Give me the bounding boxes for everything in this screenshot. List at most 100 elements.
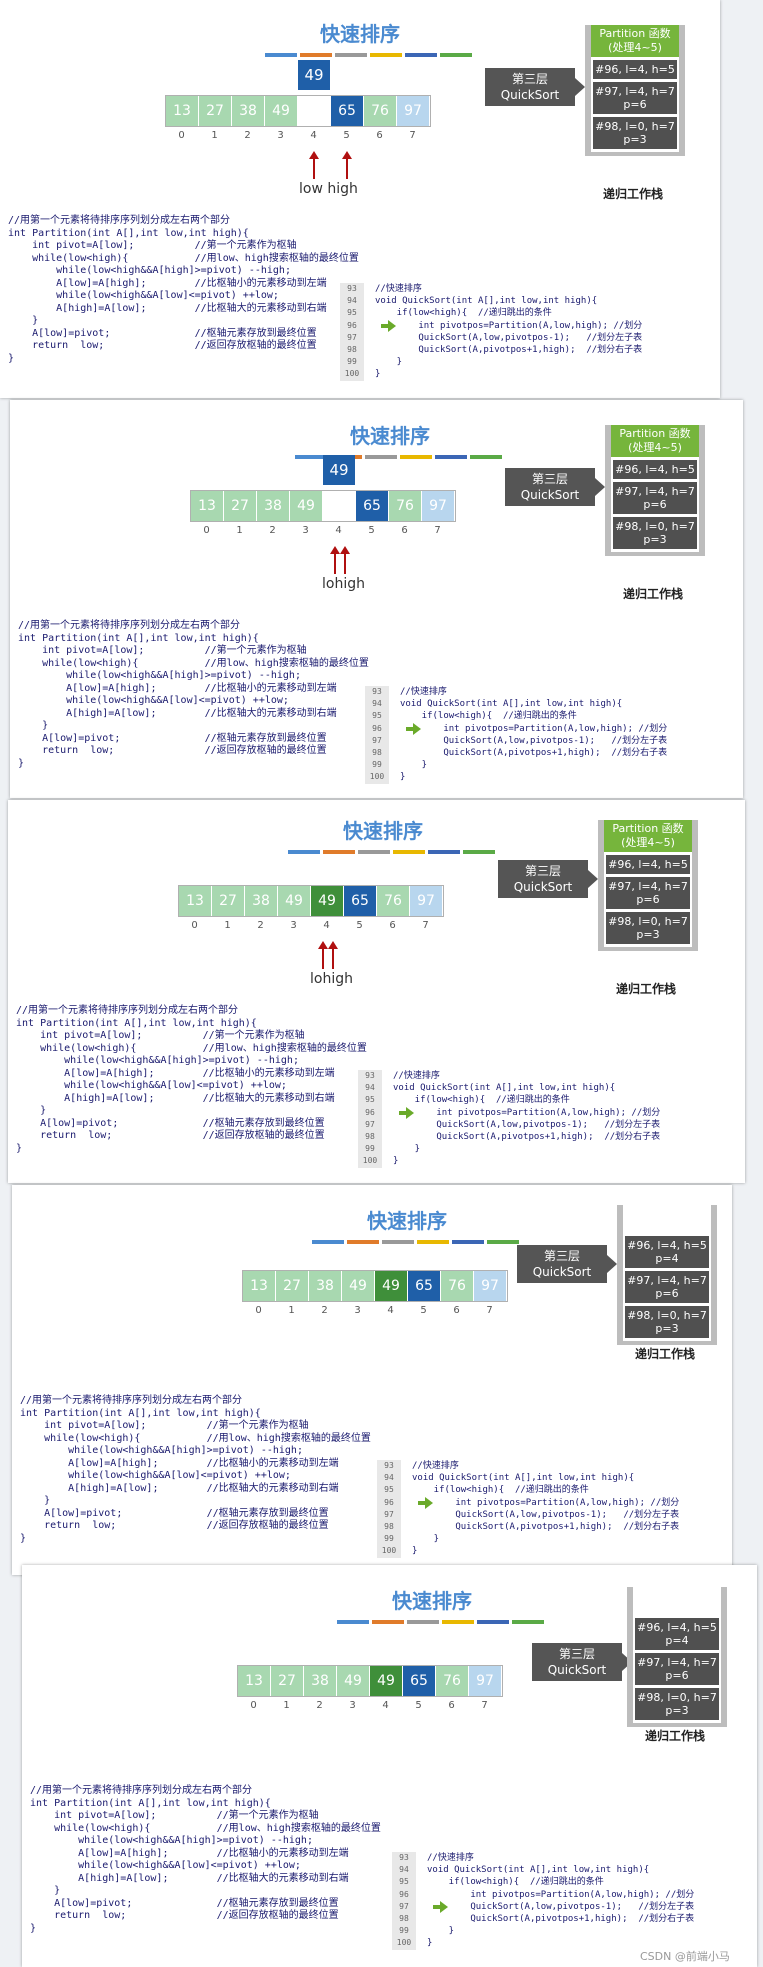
index-label: 2 — [244, 130, 251, 141]
array-cells: 13 27 38 49 65 76 97 — [190, 490, 456, 522]
index-label: 1 — [236, 525, 243, 536]
array-cell: 27 — [224, 491, 257, 521]
array-cell: 27 — [271, 1666, 304, 1696]
array-cell: 38 — [309, 1271, 342, 1301]
array-cell: 65 — [356, 491, 389, 521]
slide-title: 快速排序 — [320, 22, 400, 46]
stack-frame: #97, l=4, h=7 p=6 — [635, 1653, 719, 1685]
index-label: 4 — [323, 920, 330, 931]
color-bar-segment — [487, 1240, 519, 1244]
color-bar-segment — [435, 455, 467, 459]
stack-frame: #96, l=4, h=5 — [606, 855, 690, 874]
index-label: 6 — [376, 130, 383, 141]
index-label: 0 — [255, 1305, 262, 1316]
stack-frame: #96, l=4, h=5 — [613, 460, 697, 479]
array-cell: 49 — [370, 1666, 403, 1696]
array-cells: 13 27 38 49 65 76 97 — [165, 95, 431, 127]
array-cell: 49 — [265, 96, 298, 126]
color-bar-segment — [323, 850, 355, 854]
layer-tag: 第三层 QuickSort — [498, 860, 598, 898]
index-label: 0 — [250, 1700, 257, 1711]
color-bar-segment — [417, 1240, 449, 1244]
index-label: 3 — [349, 1700, 356, 1711]
stack-frame: #96, l=4, h=5 p=4 — [635, 1618, 719, 1650]
color-bar — [337, 1620, 544, 1624]
quicksort-code: //快速排序 void QuickSort(int A[],int low,in… — [400, 687, 668, 783]
color-bar-segment — [382, 1240, 414, 1244]
color-bar-segment — [463, 850, 495, 854]
index-label: 5 — [356, 920, 363, 931]
partition-code: //用第一个元素将待排序序列划分成左右两个部分 int Partition(in… — [8, 215, 359, 364]
partition-code: //用第一个元素将待排序序列划分成左右两个部分 int Partition(in… — [18, 620, 369, 769]
index-label: 1 — [283, 1700, 290, 1711]
stack-frame: #97, l=4, h=7 p=6 — [606, 877, 690, 909]
color-bar — [288, 850, 495, 854]
slide-3: 快速排序 13 27 38 49 49 65 76 97 0 1 2 3 4 5 6 7 lohigh 第三层 Qui… — [8, 800, 745, 1183]
index-label: 7 — [434, 525, 441, 536]
index-label: 7 — [409, 130, 416, 141]
color-bar-segment — [312, 1240, 344, 1244]
layer-tag: 第三层 QuickSort — [505, 468, 605, 506]
array-cell: 97 — [469, 1666, 502, 1696]
array-cell: 49 — [290, 491, 323, 521]
index-row: 0 1 2 3 4 5 6 7 — [178, 920, 442, 931]
array-cell: 13 — [179, 886, 212, 916]
array-cell: 97 — [422, 491, 455, 521]
index-label: 2 — [257, 920, 264, 931]
array-cells: 13 27 38 49 49 65 76 97 — [237, 1665, 503, 1697]
color-bar-segment — [365, 455, 397, 459]
pivot-value: 49 — [323, 455, 355, 485]
array-cell: 49 — [375, 1271, 408, 1301]
array-cell: 65 — [408, 1271, 441, 1301]
index-label: 4 — [382, 1700, 389, 1711]
index-label: 6 — [448, 1700, 455, 1711]
index-row: 0 1 2 3 4 5 6 7 — [190, 525, 454, 536]
index-row: 0 1 2 3 4 5 6 7 — [237, 1700, 501, 1711]
recursion-stack: Partition 函数 (处理4~5) #96, l=4, h=5 #97, l=4… — [598, 820, 698, 951]
array-cell: 49 — [337, 1666, 370, 1696]
layer-tag: 第三层 QuickSort — [532, 1643, 632, 1681]
color-bar-segment — [400, 455, 432, 459]
line-numbers: 93 94 95 96 97 98 99 100 — [340, 283, 364, 381]
current-line-arrow-icon — [433, 1900, 448, 1913]
watermark: CSDN @前端小马 — [640, 1950, 730, 1963]
stack-caption: 递归工作栈 — [623, 587, 684, 601]
stack-frame: #97, l=4, h=7 p=6 — [613, 482, 697, 514]
array-cell: 27 — [276, 1271, 309, 1301]
color-bar-segment — [405, 53, 437, 57]
index-label: 0 — [191, 920, 198, 931]
current-line-arrow-icon — [418, 1496, 433, 1509]
stack-frame: #98, l=0, h=7 p=3 — [625, 1306, 709, 1338]
quicksort-code: //快速排序 void QuickSort(int A[],int low,in… — [412, 1461, 680, 1557]
color-bar-segment — [370, 53, 402, 57]
color-bar — [312, 1240, 519, 1244]
index-label: 5 — [368, 525, 375, 536]
current-line-arrow-icon — [399, 1106, 414, 1119]
color-bar-segment — [265, 53, 297, 57]
recursion-stack: #96, l=4, h=5 p=4 #97, l=4, h=7 p=6 #98, l=0… — [617, 1205, 717, 1345]
stack-header: Partition 函数 (处理4~5) — [611, 425, 699, 457]
stack-caption: 递归工作栈 — [603, 187, 664, 201]
color-bar-segment — [452, 1240, 484, 1244]
stack-frame: #98, l=0, h=7 p=3 — [606, 912, 690, 944]
color-bar-segment — [288, 850, 320, 854]
current-line-arrow-icon — [406, 722, 421, 735]
index-label: 4 — [387, 1305, 394, 1316]
index-label: 4 — [335, 525, 342, 536]
index-label: 5 — [420, 1305, 427, 1316]
index-label: 7 — [422, 920, 429, 931]
array-cell: 76 — [389, 491, 422, 521]
array-cell: 49 — [311, 886, 344, 916]
layer-tag: 第三层 QuickSort — [485, 68, 585, 106]
index-label: 1 — [288, 1305, 295, 1316]
index-label: 6 — [453, 1305, 460, 1316]
color-bar-segment — [347, 1240, 379, 1244]
slide-2: 快速排序 49 13 27 38 49 65 76 97 0 1 2 3 4 5 6 7 lohigh 第三层 Qui… — [10, 400, 743, 798]
array-cell: 38 — [232, 96, 265, 126]
recursion-stack: Partition 函数 (处理4~5) #96, l=4, h=5 #97, l=4… — [585, 25, 685, 156]
array-cells: 13 27 38 49 49 65 76 97 — [242, 1270, 508, 1302]
array-cell: 13 — [238, 1666, 271, 1696]
index-row: 0 1 2 3 4 5 6 7 — [165, 130, 429, 141]
stack-frame: #96, l=4, h=5 — [593, 60, 677, 79]
array-cell: 65 — [344, 886, 377, 916]
